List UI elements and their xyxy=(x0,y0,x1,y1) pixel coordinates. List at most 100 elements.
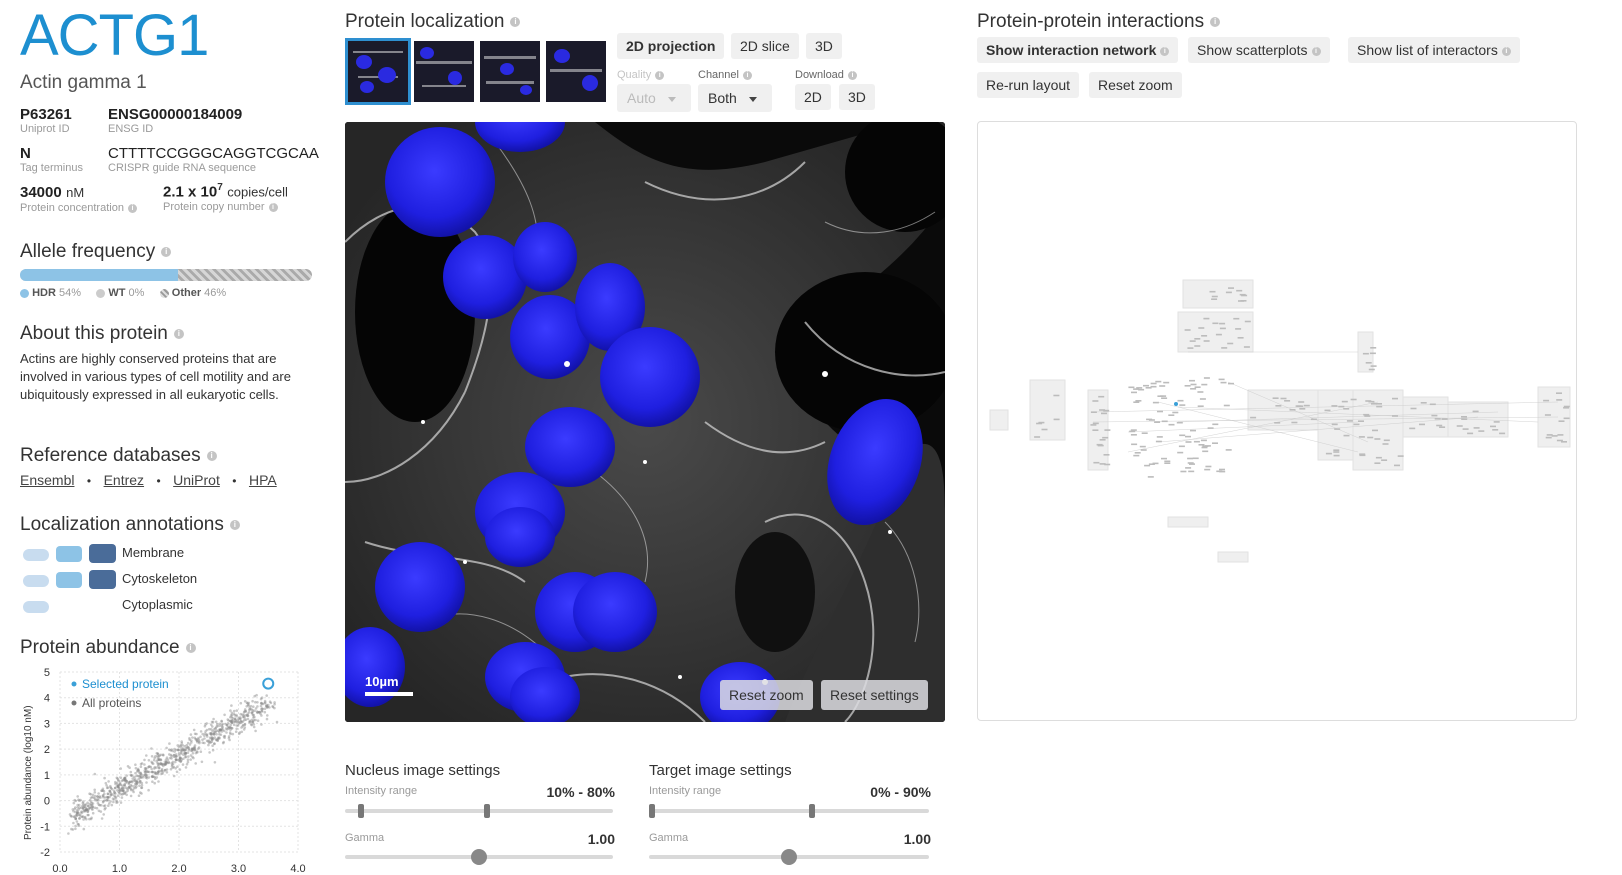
network-node[interactable] xyxy=(1185,467,1192,469)
network-node[interactable] xyxy=(1394,464,1400,467)
network-node[interactable] xyxy=(1275,405,1282,407)
network-node[interactable] xyxy=(1272,397,1279,399)
network-node[interactable] xyxy=(1197,405,1204,407)
network-node[interactable] xyxy=(1298,401,1305,403)
network-node[interactable] xyxy=(1099,463,1106,465)
network-node[interactable] xyxy=(1325,452,1332,455)
network-node[interactable] xyxy=(1359,454,1366,457)
network-node[interactable] xyxy=(1138,388,1145,391)
network-node[interactable] xyxy=(1370,347,1377,349)
network-node[interactable] xyxy=(1133,401,1140,403)
network-node[interactable] xyxy=(1172,411,1179,414)
network-node[interactable] xyxy=(1203,377,1210,379)
network-node[interactable] xyxy=(1163,381,1170,384)
network-node[interactable] xyxy=(1410,407,1417,410)
uniprot-id[interactable]: P63261 xyxy=(20,106,72,123)
network-node[interactable] xyxy=(1150,385,1157,388)
network-node[interactable] xyxy=(1202,450,1209,453)
network-node[interactable] xyxy=(1227,342,1234,345)
network-node[interactable] xyxy=(1472,410,1479,413)
network-node[interactable] xyxy=(1161,457,1167,460)
network-node[interactable] xyxy=(1205,465,1212,468)
ref-link-ensembl[interactable]: Ensembl xyxy=(20,472,74,488)
network-node[interactable] xyxy=(1211,298,1218,300)
network-node[interactable] xyxy=(1358,420,1364,422)
network-node[interactable] xyxy=(1228,287,1234,289)
network-node[interactable] xyxy=(1090,424,1097,426)
network-node[interactable] xyxy=(1185,441,1192,443)
network-node[interactable] xyxy=(1274,422,1281,424)
nucleus-gamma-handle[interactable] xyxy=(471,849,487,865)
network-node[interactable] xyxy=(1099,409,1106,411)
network-node[interactable] xyxy=(1219,327,1226,330)
network-node[interactable] xyxy=(1333,451,1340,453)
network-node[interactable] xyxy=(1097,444,1104,447)
network-node[interactable] xyxy=(1431,414,1438,417)
ref-link-entrez[interactable]: Entrez xyxy=(104,472,144,488)
network-node[interactable] xyxy=(1104,429,1111,431)
network-node[interactable] xyxy=(1157,410,1163,413)
network-node[interactable] xyxy=(1341,400,1348,403)
network-node[interactable] xyxy=(1291,421,1298,424)
network-node[interactable] xyxy=(1235,328,1242,330)
network-node[interactable] xyxy=(1225,291,1232,294)
network-node[interactable] xyxy=(1493,421,1500,423)
network-node[interactable] xyxy=(1178,445,1185,448)
network-node[interactable] xyxy=(1556,392,1562,394)
network-node[interactable] xyxy=(1372,429,1378,432)
info-icon[interactable]: i xyxy=(1210,16,1221,27)
network-node[interactable] xyxy=(1150,382,1157,385)
network-node[interactable] xyxy=(1090,411,1097,413)
show-scatterplots-button[interactable]: Show scatterplots i xyxy=(1188,37,1330,63)
network-node[interactable] xyxy=(1461,416,1467,418)
network-node[interactable] xyxy=(1334,428,1341,430)
network-node[interactable] xyxy=(1141,432,1148,434)
network-node[interactable] xyxy=(1492,429,1499,431)
network-node[interactable] xyxy=(1376,403,1382,405)
network-node[interactable] xyxy=(1333,454,1340,457)
network-node[interactable] xyxy=(1236,289,1243,292)
network-node[interactable] xyxy=(1197,391,1204,393)
network-node[interactable] xyxy=(1189,463,1195,465)
network-node[interactable] xyxy=(1365,400,1372,402)
network-node[interactable] xyxy=(1155,440,1162,443)
show-interactors-button[interactable]: Show list of interactors i xyxy=(1348,37,1520,63)
network-node[interactable] xyxy=(1179,404,1186,406)
thumbnail-3[interactable] xyxy=(480,41,540,102)
info-icon[interactable]: i xyxy=(1501,46,1511,56)
thumbnail-2[interactable] xyxy=(414,41,474,102)
network-node[interactable] xyxy=(1140,449,1147,451)
info-icon[interactable]: i xyxy=(127,203,137,213)
info-icon[interactable]: i xyxy=(655,70,665,80)
network-node[interactable] xyxy=(1563,417,1570,420)
network-node[interactable] xyxy=(1180,470,1187,473)
network-node[interactable] xyxy=(1144,464,1151,467)
network-node[interactable] xyxy=(1164,460,1171,463)
nucleus-range-min-handle[interactable] xyxy=(358,804,365,818)
network-node[interactable] xyxy=(1297,405,1304,407)
network-node[interactable] xyxy=(1439,426,1446,428)
network-node[interactable] xyxy=(1289,409,1296,411)
network-node[interactable] xyxy=(1133,454,1140,457)
network-node[interactable] xyxy=(1135,400,1142,402)
network-node[interactable] xyxy=(1228,382,1234,385)
network-node[interactable] xyxy=(1397,455,1404,457)
network-node[interactable] xyxy=(1543,399,1550,402)
network-node[interactable] xyxy=(1201,383,1208,386)
network-reset-zoom-button[interactable]: Reset zoom xyxy=(1089,72,1182,98)
network-node[interactable] xyxy=(1456,425,1463,427)
network-node[interactable] xyxy=(1370,365,1377,367)
network-node[interactable] xyxy=(1099,439,1106,441)
network-node[interactable] xyxy=(1092,400,1099,402)
network-node[interactable] xyxy=(1092,422,1099,425)
info-icon[interactable]: i xyxy=(161,246,172,257)
network-node[interactable] xyxy=(1343,434,1350,437)
view-3d-button[interactable]: 3D xyxy=(806,33,842,59)
network-node[interactable] xyxy=(1369,352,1376,355)
network-node[interactable] xyxy=(1204,468,1211,471)
network-node[interactable] xyxy=(1198,444,1205,446)
network-node[interactable] xyxy=(1177,451,1184,454)
network-node[interactable] xyxy=(1558,420,1565,422)
info-icon[interactable]: i xyxy=(1311,46,1321,56)
network-node[interactable] xyxy=(1353,423,1360,426)
